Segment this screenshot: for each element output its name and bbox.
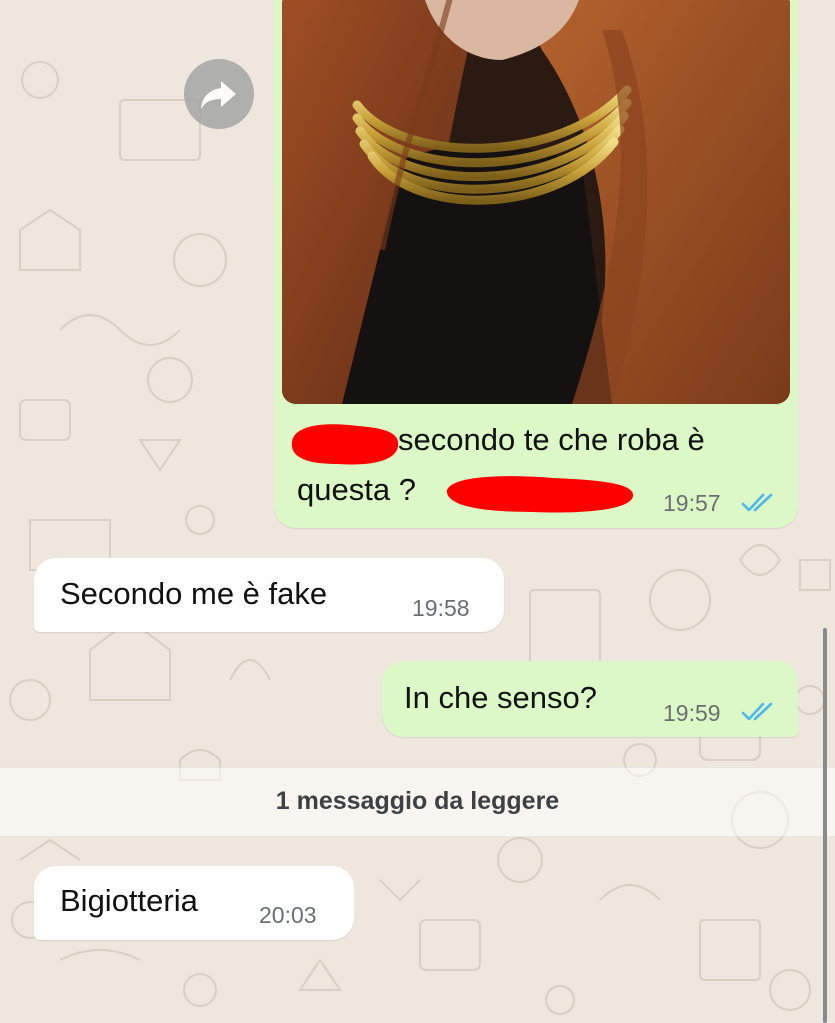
message-time: 19:59 xyxy=(663,700,721,726)
unread-messages-label: 1 messaggio da leggere xyxy=(275,787,560,815)
double-check-icon xyxy=(741,702,773,721)
photo-image xyxy=(282,0,790,404)
scrollbar[interactable] xyxy=(823,628,827,1023)
message-time: 19:58 xyxy=(412,595,470,621)
forward-button[interactable] xyxy=(184,59,254,129)
message-text: Secondo me è fake xyxy=(60,576,328,611)
message-time: 20:03 xyxy=(259,902,317,928)
redaction-mark xyxy=(291,424,399,465)
shared-photo[interactable] xyxy=(282,0,790,404)
message-time: 19:57 xyxy=(663,490,721,516)
image-caption-line-1: secondo te che roba è xyxy=(398,422,705,457)
image-caption-line-2: questa ? xyxy=(297,472,416,507)
message-text: Bigiotteria xyxy=(60,883,198,918)
message-text: In che senso? xyxy=(404,680,598,715)
forward-arrow-icon xyxy=(201,81,236,109)
redaction-mark xyxy=(446,476,634,513)
double-check-icon xyxy=(741,493,773,512)
